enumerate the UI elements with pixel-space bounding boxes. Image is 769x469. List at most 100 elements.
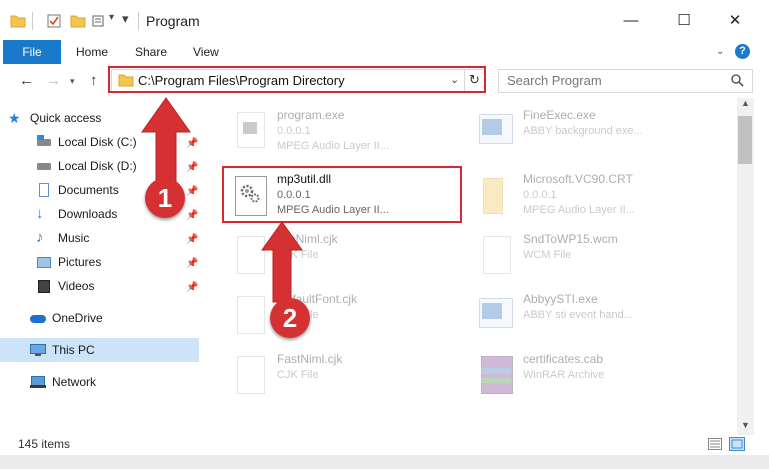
sidebar-item-label: Videos [58,279,95,293]
status-bar: 145 items [0,435,769,455]
details-view-icon[interactable] [708,438,722,450]
taskbar-strip [0,455,769,469]
new-folder-icon[interactable] [70,14,86,28]
close-button[interactable]: ✕ [712,0,758,40]
file-item[interactable]: AbbyySTI.exe ABBY sti event hand... [475,288,725,348]
item-count: 145 items [18,437,71,451]
recent-locations-icon[interactable]: ▾ [70,76,75,87]
step-badge: 2 [270,298,310,338]
drive-icon [36,159,52,173]
file-description: MPEG Audio Layer II... [523,204,635,216]
sidebar-item-label: Documents [58,183,119,197]
window-title: Program [146,13,200,29]
title-bar: ▾ ▾ Program — ☐ ✕ [0,0,769,40]
tab-home[interactable]: Home [76,40,108,64]
file-item[interactable]: program.exe 0.0.0.1 MPEG Audio Layer II.… [229,104,479,164]
expand-ribbon-icon[interactable]: ⌄ [716,46,724,57]
sidebar-item-label: Music [58,231,90,245]
folder-icon [10,15,26,28]
tab-share[interactable]: Share [135,40,167,64]
file-version: 0.0.0.1 [277,125,311,137]
file-name: program.exe [277,108,345,122]
scroll-down-icon[interactable]: ▼ [741,420,750,430]
archive-icon [479,354,513,396]
file-item[interactable]: FineExec.exe ABBY background exe... [475,104,725,164]
document-icon [36,183,52,197]
sidebar-item-label: Pictures [58,255,102,269]
file-item[interactable]: SndToWP15.wcm WCM File [475,228,725,288]
file-name: Microsoft.VC90.CRT [523,172,633,186]
divider [32,12,33,30]
file-version: 0.0.0.1 [523,189,557,201]
folder-icon [479,174,513,216]
forward-arrow-icon[interactable]: → [46,72,61,89]
file-highlight-box [222,166,462,223]
scroll-up-icon[interactable]: ▲ [741,98,750,108]
sidebar-item-label: Local Disk (C:) [58,135,137,149]
music-note-icon: ♪ [36,229,44,246]
scroll-thumb[interactable] [738,116,752,164]
sidebar-item-label: Downloads [58,207,118,221]
file-name: FastNiml.cjk [277,352,343,366]
search-icon [731,74,744,87]
up-arrow-icon[interactable]: ↑ [90,72,98,89]
properties-icon[interactable] [46,14,62,28]
file-item[interactable]: certificates.cab WinRAR Archive [475,348,725,408]
sidebar-item-label: Local Disk (D:) [58,159,137,173]
file-description: ABBY background exe... [523,125,643,137]
network-icon [30,375,46,389]
pin-icon[interactable]: 📌 [186,258,198,269]
sidebar-item-network[interactable]: Network [30,370,230,394]
film-icon [36,279,52,293]
sidebar-item-label: OneDrive [52,311,103,325]
sidebar-item-this-pc[interactable]: This PC [0,338,199,362]
pin-icon[interactable]: 📌 [186,282,198,293]
blank-file-icon [479,234,513,276]
tab-view[interactable]: View [193,40,219,64]
file-name: SndToWP15.wcm [523,232,618,246]
download-icon: ↓ [36,205,44,222]
vertical-scrollbar[interactable]: ▲ ▼ [737,98,754,435]
sidebar-item-onedrive[interactable]: OneDrive [30,306,230,330]
file-type: WCM File [523,249,572,261]
tab-file[interactable]: File [3,40,61,64]
star-icon: ★ [8,110,21,126]
file-name: FineExec.exe [523,108,596,122]
back-arrow-icon[interactable]: ← [19,72,34,89]
blank-file-icon [233,354,267,396]
file-name: AbbyySTI.exe [523,292,598,306]
address-highlight-box [108,66,486,93]
help-icon[interactable]: ? [735,44,750,59]
qat-dropdown-icon[interactable]: ▾ [122,11,129,27]
sidebar-item-label: Quick access [30,111,102,125]
file-description: ABBY sti event hand... [523,309,633,321]
ribbon-tabs: File Home Share View ⌄ ? [0,40,769,65]
sidebar-item-label: Network [52,375,97,389]
cloud-icon [30,311,46,325]
computer-icon [30,343,46,357]
minimize-button[interactable]: — [608,0,654,40]
drive-icon [36,135,52,149]
exe-file-icon [479,294,513,336]
file-name: certificates.cab [523,352,604,366]
exe-file-icon [233,110,267,152]
search-input[interactable]: Search Program [507,73,602,88]
picture-icon [36,255,52,269]
pin-icon[interactable]: 📌 [186,234,198,245]
sidebar-item-label: This PC [52,343,95,357]
file-type: WinRAR Archive [523,369,605,381]
file-item[interactable]: FastNiml.cjk CJK File [229,348,479,408]
file-type: CJK File [277,369,319,381]
file-description: MPEG Audio Layer II... [277,140,389,152]
chevron-down-icon[interactable]: ▾ [109,12,114,23]
customize-qat-icon[interactable] [92,14,108,28]
large-icons-view-icon[interactable] [729,437,745,451]
arrow-up-icon [261,221,303,303]
exe-file-icon [479,110,513,152]
file-item[interactable]: Microsoft.VC90.CRT 0.0.0.1 MPEG Audio La… [475,168,725,228]
divider [138,12,139,30]
maximize-button[interactable]: ☐ [661,0,707,40]
search-box[interactable]: Search Program [498,69,753,93]
pin-icon[interactable]: 📌 [186,210,198,221]
step-badge: 1 [145,178,185,218]
